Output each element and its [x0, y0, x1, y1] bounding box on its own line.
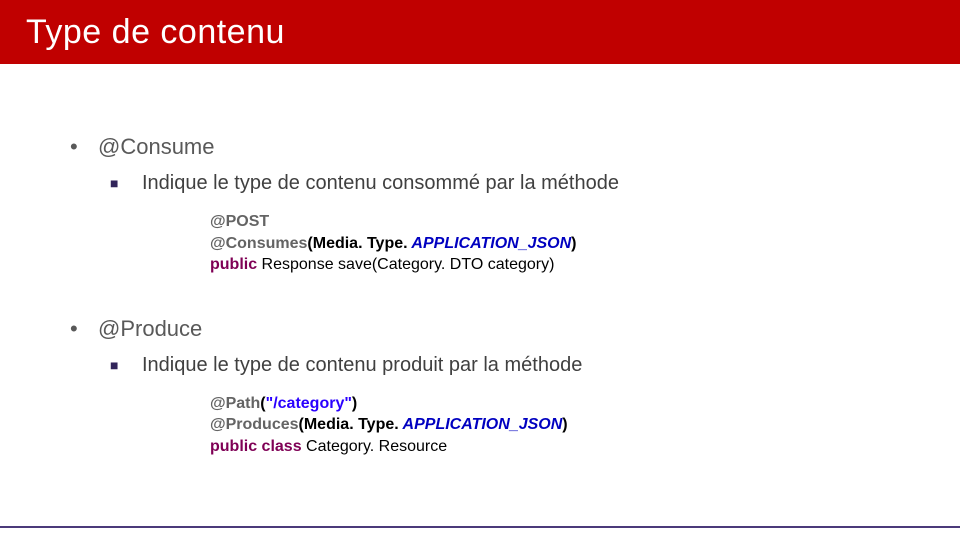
- keyword: public: [210, 438, 257, 455]
- code-line: @Consumes(Media. Type. APPLICATION_JSON): [210, 233, 890, 255]
- annotation: @POST: [210, 213, 269, 230]
- section-subtext: Indique le type de contenu consommé par …: [142, 172, 619, 195]
- bullet-square-icon: ■: [110, 357, 142, 373]
- keyword: class: [257, 438, 301, 455]
- paren: ): [562, 416, 567, 433]
- annotation: @Path: [210, 395, 260, 412]
- bullet-dot-icon: •: [70, 316, 98, 342]
- constant: APPLICATION_JSON: [399, 416, 563, 433]
- slide-content: • @Consume ■ Indique le type de contenu …: [0, 64, 960, 458]
- section-produce: • @Produce ■ Indique le type de contenu …: [70, 316, 890, 458]
- slide-title: Type de contenu: [26, 13, 285, 52]
- bullet-level1: • @Consume: [70, 134, 890, 160]
- title-bar: Type de contenu: [0, 0, 960, 64]
- media-type: Media. Type.: [313, 235, 408, 252]
- bullet-square-icon: ■: [110, 175, 142, 191]
- bullet-level1: • @Produce: [70, 316, 890, 342]
- paren: ): [352, 395, 357, 412]
- code-block-consume: @POST @Consumes(Media. Type. APPLICATION…: [210, 211, 890, 276]
- code-block-produce: @Path("/category") @Produces(Media. Type…: [210, 393, 890, 458]
- section-heading: @Consume: [98, 134, 215, 160]
- code-text: Response save(Category. DTO category): [257, 256, 554, 273]
- annotation: @Produces: [210, 416, 299, 433]
- bullet-level2: ■ Indique le type de contenu produit par…: [110, 354, 890, 377]
- section-consume: • @Consume ■ Indique le type de contenu …: [70, 134, 890, 276]
- code-text: Category. Resource: [302, 438, 448, 455]
- keyword: public: [210, 256, 257, 273]
- section-heading: @Produce: [98, 316, 202, 342]
- paren: ): [571, 235, 576, 252]
- string-literal: "/category": [266, 395, 352, 412]
- bullet-level2: ■ Indique le type de contenu consommé pa…: [110, 172, 890, 195]
- bullet-dot-icon: •: [70, 134, 98, 160]
- code-line: @Path("/category"): [210, 393, 890, 415]
- code-line: @POST: [210, 211, 890, 233]
- media-type: Media. Type.: [304, 416, 399, 433]
- section-subtext: Indique le type de contenu produit par l…: [142, 354, 582, 377]
- slide: Type de contenu • @Consume ■ Indique le …: [0, 0, 960, 540]
- constant: APPLICATION_JSON: [408, 235, 572, 252]
- annotation: @Consumes: [210, 235, 307, 252]
- code-line: public Response save(Category. DTO categ…: [210, 254, 890, 276]
- footer-divider: [0, 526, 960, 528]
- code-line: @Produces(Media. Type. APPLICATION_JSON): [210, 414, 890, 436]
- code-line: public class Category. Resource: [210, 436, 890, 458]
